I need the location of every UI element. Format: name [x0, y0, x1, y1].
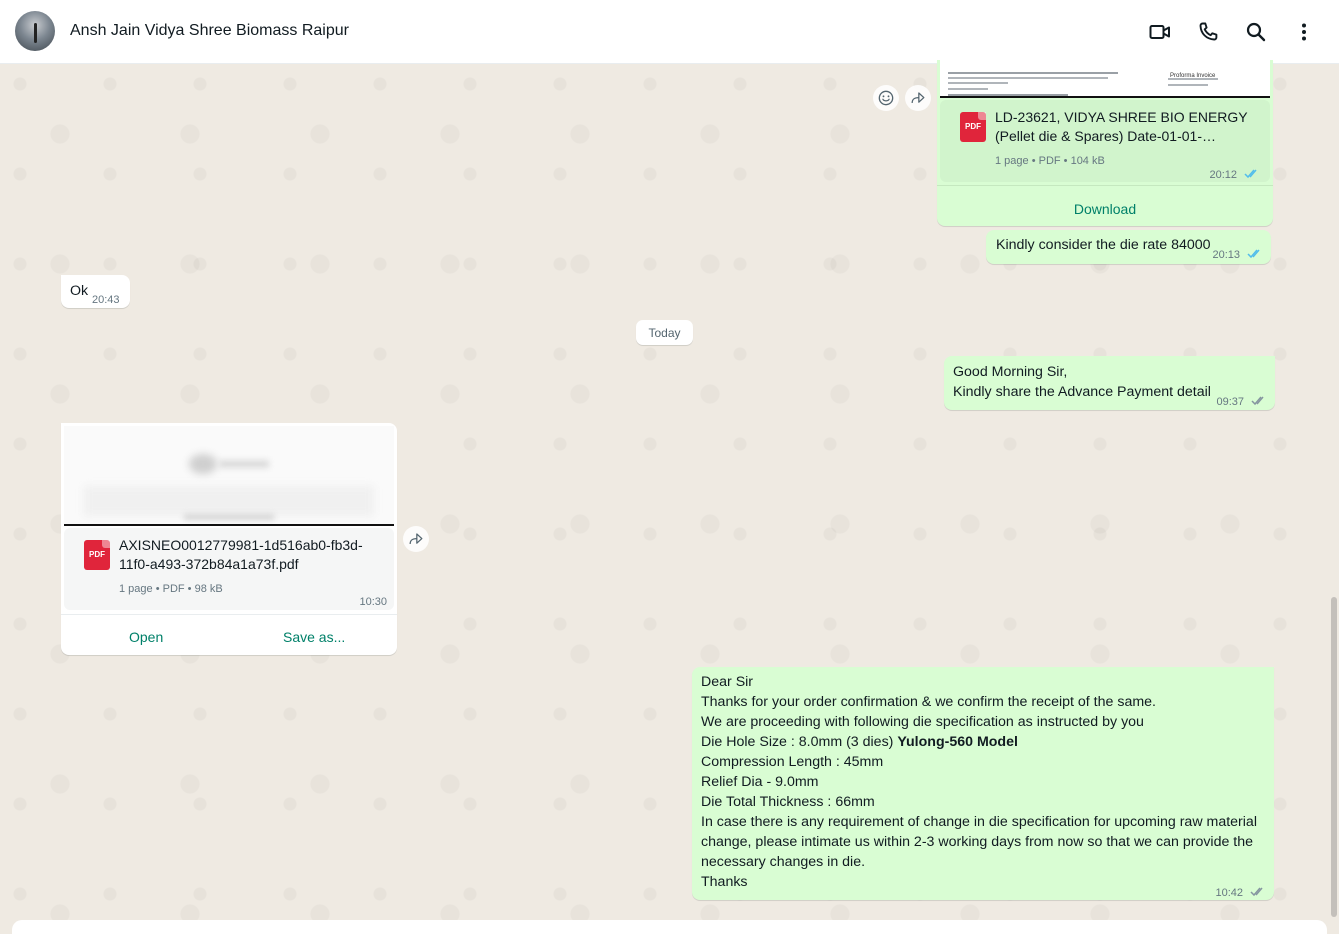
message-text: Good Morning Sir, Kindly share the Advan…: [953, 364, 1211, 400]
message-time: 20:12: [1210, 164, 1260, 185]
message-bubble[interactable]: Dear Sir Thanks for your order confirmat…: [692, 667, 1274, 900]
video-call-icon[interactable]: [1148, 20, 1172, 44]
message-bubble[interactable]: Ok 20:43: [61, 275, 130, 308]
save-as-button[interactable]: Save as...: [283, 627, 345, 647]
message-bubble[interactable]: Kindly consider the die rate 84000 20:13: [986, 230, 1271, 264]
search-icon[interactable]: [1244, 20, 1268, 44]
delivered-ticks-icon: [1250, 886, 1266, 897]
message-text: Ok: [70, 283, 89, 299]
preview-header: Proforma Invoice: [1170, 73, 1216, 79]
react-emoji-icon[interactable]: [873, 85, 899, 111]
pdf-file-icon: PDF: [84, 540, 110, 570]
message-text: Kindly consider the die rate 84000: [996, 237, 1211, 253]
document-preview[interactable]: [64, 426, 394, 526]
message-time: 20:13: [1213, 244, 1263, 265]
read-ticks-icon: [1244, 168, 1260, 179]
document-meta: 1 page • PDF • 98 kB: [119, 583, 223, 595]
document-card[interactable]: PDF LD-23621, VIDYA SHREE BIO ENERGY (Pe…: [940, 100, 1270, 182]
forward-icon[interactable]: [905, 85, 931, 111]
document-name: LD-23621, VIDYA SHREE BIO ENERGY (Pellet…: [995, 109, 1248, 144]
contact-avatar[interactable]: [15, 11, 55, 51]
message-text: Dear Sir Thanks for your order confirmat…: [701, 674, 1257, 890]
document-name: AXISNEO0012779981-1d516ab0-fb3d- 11f0-a4…: [119, 537, 363, 572]
document-message[interactable]: PDF AXISNEO0012779981-1d516ab0-fb3d- 11f…: [61, 423, 397, 655]
chat-scrollbar[interactable]: [1331, 597, 1337, 917]
download-button[interactable]: Download: [937, 199, 1273, 219]
phone-icon[interactable]: [1196, 20, 1220, 44]
compose-bar[interactable]: [12, 920, 1327, 934]
document-message[interactable]: Proforma Invoice PDF LD-23621, VIDYA SHR…: [937, 60, 1273, 226]
more-options-icon[interactable]: [1292, 20, 1316, 44]
document-preview[interactable]: Proforma Invoice: [940, 60, 1270, 98]
document-card[interactable]: PDF AXISNEO0012779981-1d516ab0-fb3d- 11f…: [64, 528, 394, 610]
chat-header: Ansh Jain Vidya Shree Biomass Raipur: [0, 0, 1339, 64]
pdf-file-icon: PDF: [960, 112, 986, 142]
chat-title[interactable]: Ansh Jain Vidya Shree Biomass Raipur: [70, 22, 349, 40]
message-bubble[interactable]: Good Morning Sir, Kindly share the Advan…: [944, 356, 1275, 410]
open-button[interactable]: Open: [129, 627, 163, 647]
read-ticks-icon: [1247, 248, 1263, 259]
message-time: 10:30: [359, 596, 387, 608]
date-divider: Today: [636, 320, 693, 345]
message-time: 09:37: [1217, 391, 1267, 412]
delivered-ticks-icon: [1251, 395, 1267, 406]
message-time: 10:42: [1216, 882, 1266, 903]
document-meta: 1 page • PDF • 104 kB: [995, 155, 1105, 167]
message-time: 20:43: [92, 294, 120, 306]
forward-icon[interactable]: [403, 526, 429, 552]
